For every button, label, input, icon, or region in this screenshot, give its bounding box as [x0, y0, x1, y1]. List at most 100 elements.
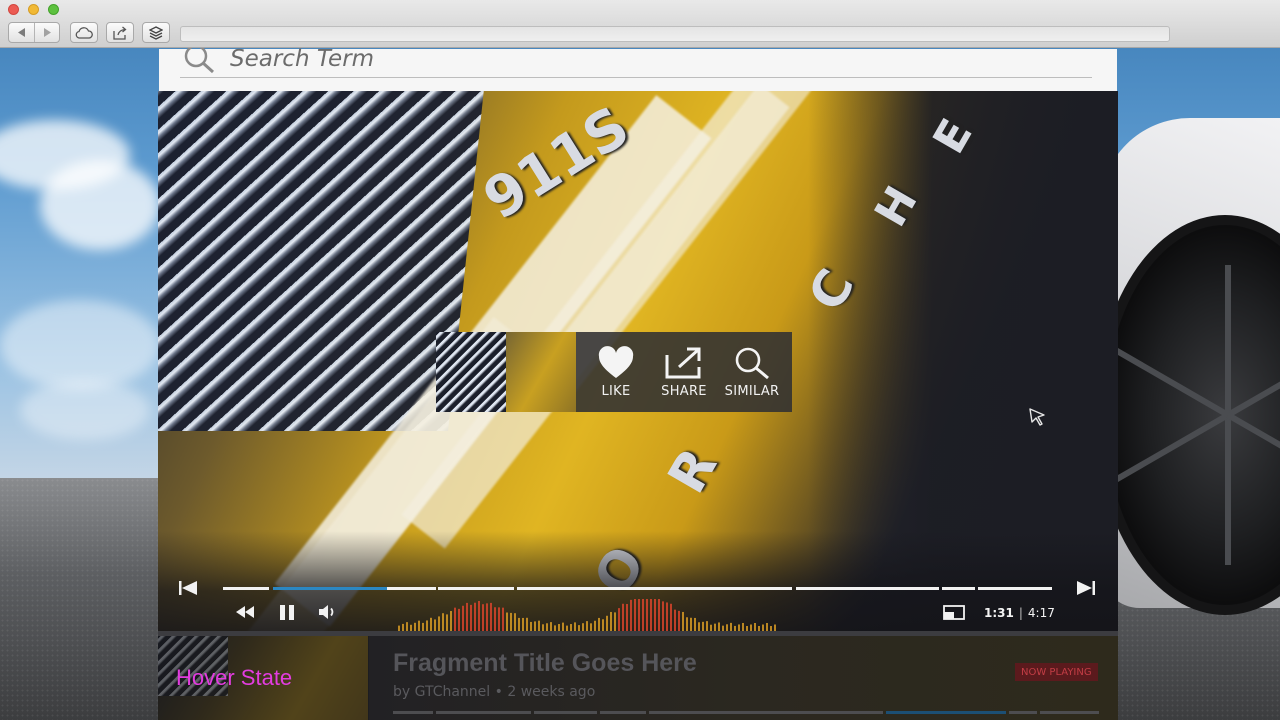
waveform-bar [730, 622, 732, 631]
waveform-bar [754, 622, 756, 631]
cloud [40, 160, 160, 250]
close-window-button[interactable] [8, 4, 19, 15]
waveform-bar [526, 617, 528, 631]
chapter-segment[interactable] [978, 587, 1052, 590]
waveform-bar [638, 599, 640, 631]
mini-segment [393, 711, 433, 714]
cloud-button[interactable] [70, 22, 98, 43]
pause-button[interactable] [277, 604, 297, 620]
chapter-segment[interactable] [517, 587, 792, 590]
address-bar[interactable] [180, 26, 1170, 42]
waveform-bar [666, 602, 668, 631]
waveform-bar [518, 617, 520, 631]
waveform-bar [502, 607, 504, 631]
like-label: LIKE [601, 383, 631, 399]
waveform-bar [602, 619, 604, 631]
fragment-meta: by GTChannel • 2 weeks ago [393, 684, 596, 700]
share-video-button[interactable]: SHARE [651, 346, 717, 399]
picture-in-picture-button[interactable] [942, 604, 966, 620]
waveform-bar [718, 622, 720, 631]
skip-previous-button[interactable] [176, 580, 200, 596]
waveform-bar [454, 607, 456, 631]
waveform-bar [626, 603, 628, 631]
waveform-bar [494, 607, 496, 631]
skip-next-button[interactable] [1074, 580, 1098, 596]
share-out-icon [665, 347, 701, 378]
fragment-title: Fragment Title Goes Here [393, 649, 697, 677]
current-time: 1:31 [984, 606, 1014, 620]
waveform-bar [702, 621, 704, 631]
volume-button[interactable] [318, 604, 340, 620]
waveform-bar [450, 611, 452, 631]
waveform-bar [546, 623, 548, 631]
waveform-bar [674, 609, 676, 631]
volume-icon [319, 605, 334, 619]
wheel-spoke [1225, 415, 1231, 565]
back-button[interactable] [9, 23, 34, 42]
waveform-bar [562, 622, 564, 631]
wheel-spoke [1226, 412, 1280, 493]
waveform-bar [630, 599, 632, 631]
waveform-bar [590, 623, 592, 631]
waveform-bar [462, 605, 464, 631]
waveform-bar [706, 621, 708, 631]
waveform-bar [434, 619, 436, 631]
picture-in-picture-icon [943, 604, 965, 620]
waveform-bar [594, 620, 596, 631]
waveform-bar [694, 617, 696, 631]
zoom-window-button[interactable] [48, 4, 59, 15]
video-player[interactable]: 911S E H C R O LIKE SHARE [158, 91, 1118, 631]
chapter-segment[interactable] [438, 587, 514, 590]
waveform-bar [458, 608, 460, 631]
waveform-bar [474, 602, 476, 631]
fragment-info[interactable]: Fragment Title Goes Here by GTChannel • … [369, 636, 1118, 720]
magnifier-icon [735, 347, 769, 379]
waveform-bar [542, 624, 544, 631]
search-input[interactable] [230, 45, 1030, 72]
waveform-bar [658, 599, 660, 631]
waveform-bar [570, 624, 572, 631]
seek-bar[interactable] [223, 587, 1052, 590]
waveform-bar [478, 601, 480, 631]
rewind-button[interactable] [234, 604, 256, 620]
chapter-segment[interactable] [223, 587, 269, 590]
waveform-bar [690, 617, 692, 631]
waveform-bar [726, 624, 728, 631]
minimize-window-button[interactable] [28, 4, 39, 15]
waveform-bar [614, 612, 616, 631]
waveform-bar [422, 622, 424, 631]
chapter-segment[interactable] [942, 587, 975, 590]
skip-next-icon [1077, 581, 1095, 595]
share-icon [113, 26, 127, 40]
share-button[interactable] [106, 22, 134, 43]
audio-waveform [398, 599, 776, 631]
forward-button[interactable] [34, 23, 59, 42]
like-button[interactable]: LIKE [583, 345, 649, 399]
waveform-bar [574, 622, 576, 631]
waveform-bar [610, 611, 612, 631]
skip-previous-icon [179, 581, 197, 595]
mini-segment [649, 711, 883, 714]
forward-arrow-icon [44, 28, 51, 37]
fragment-progress [393, 711, 1099, 714]
waveform-bar [662, 601, 664, 631]
waveform-bar [678, 610, 680, 631]
waveform-bar [742, 622, 744, 631]
wheel-spoke [1226, 337, 1280, 418]
similar-button[interactable]: SIMILAR [719, 346, 785, 399]
waveform-bar [686, 617, 688, 631]
waveform-bar [618, 608, 620, 631]
mini-segment-active [886, 711, 1006, 714]
waveform-bar [438, 616, 440, 631]
waveform-bar [606, 615, 608, 631]
mini-segment [436, 711, 531, 714]
mini-segment [1040, 711, 1099, 714]
waveform-bar [698, 622, 700, 631]
chapter-segment[interactable] [796, 587, 939, 590]
browser-titlebar [0, 0, 1280, 48]
layers-button[interactable] [142, 22, 170, 43]
waveform-bar [530, 621, 532, 631]
waveform-bar [486, 603, 488, 631]
waveform-bar [646, 599, 648, 631]
waveform-bar [550, 622, 552, 631]
